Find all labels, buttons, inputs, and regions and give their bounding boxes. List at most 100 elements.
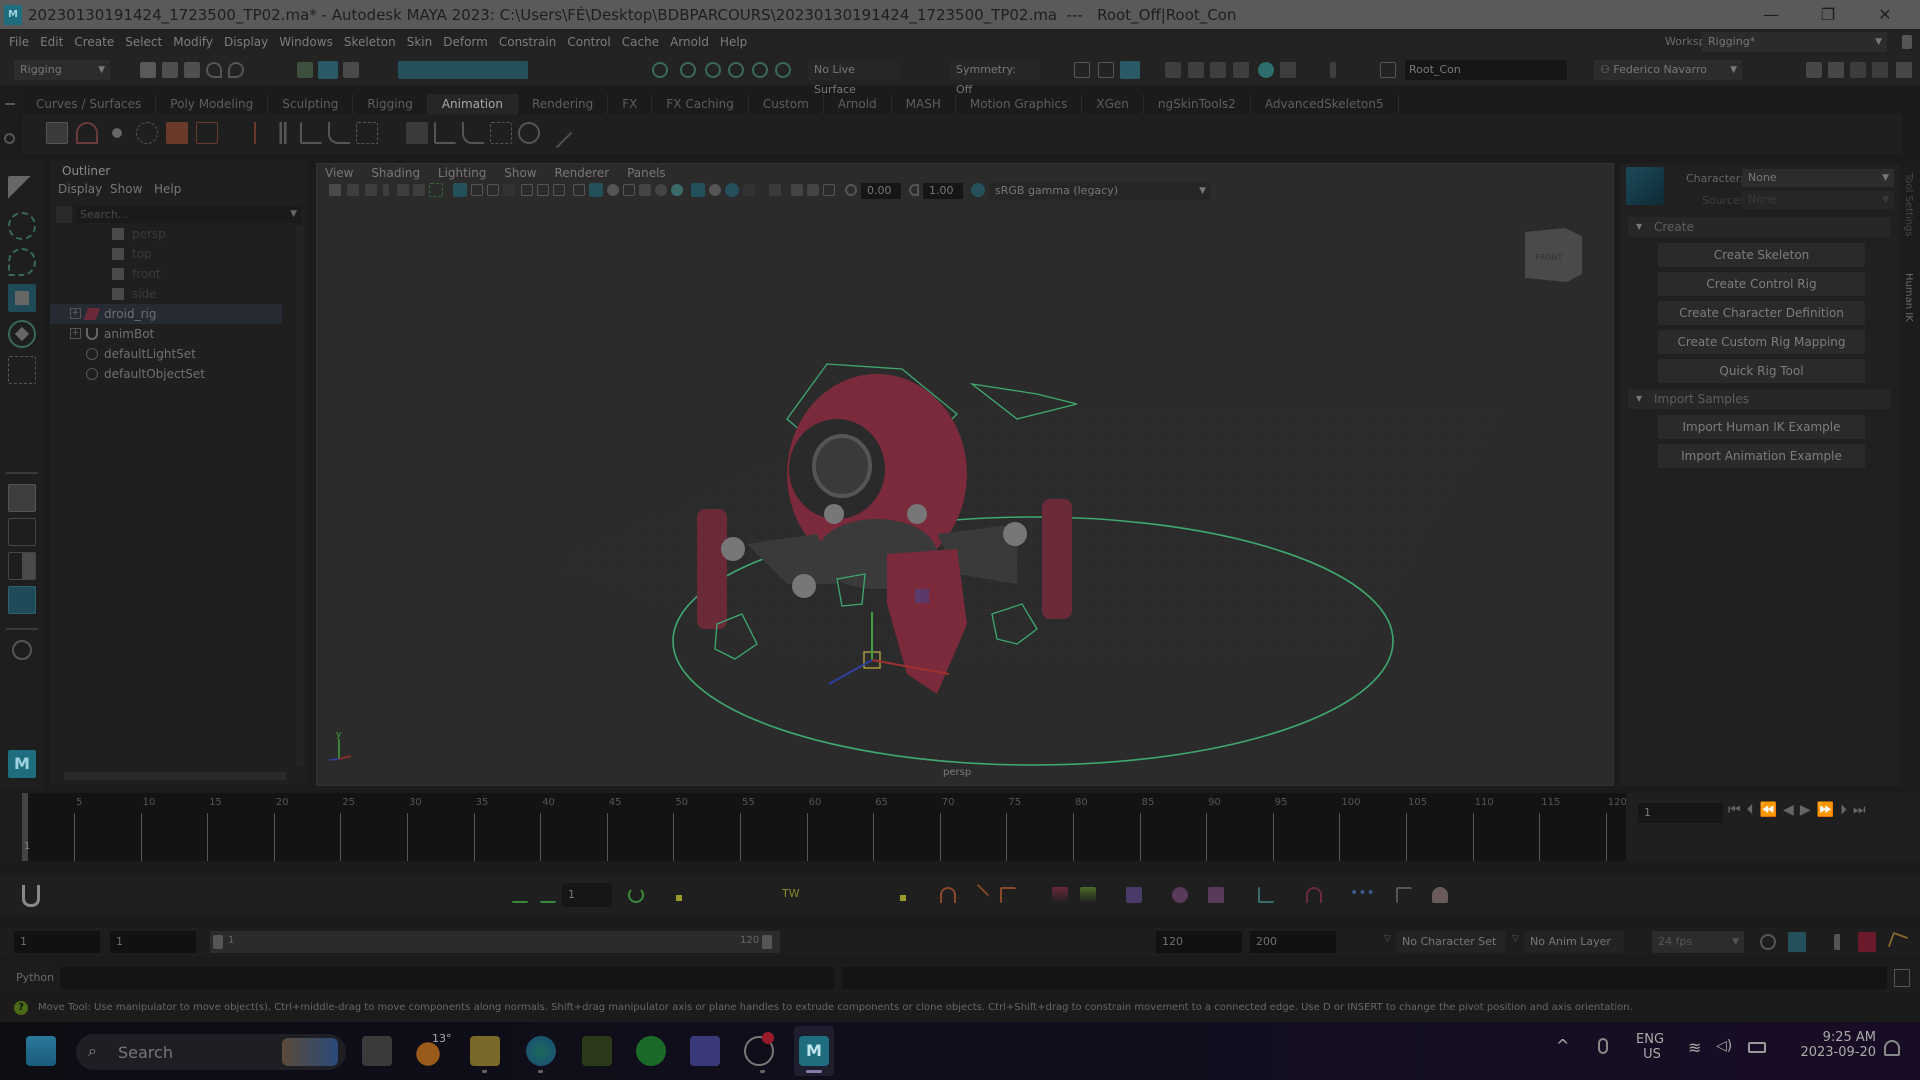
playblast-icon[interactable] <box>46 122 68 144</box>
shelf-tab-motion-graphics[interactable]: Motion Graphics <box>956 94 1083 114</box>
wifi-icon[interactable]: ≋ <box>1688 1038 1701 1057</box>
restore-button[interactable]: ❐ <box>1805 0 1851 29</box>
menu-deform[interactable]: Deform <box>443 35 488 49</box>
tween-end-icon[interactable] <box>900 895 906 901</box>
outliner-item-persp[interactable]: persp <box>78 224 348 244</box>
create-skeleton-button[interactable]: Create Skeleton <box>1658 243 1865 267</box>
notification-bell-icon[interactable] <box>1884 1040 1900 1056</box>
outliner-menu-help[interactable]: Help <box>154 182 181 196</box>
new-scene-icon[interactable] <box>140 62 156 78</box>
tool-settings-icon[interactable] <box>1872 62 1888 78</box>
camera-select-icon[interactable] <box>329 184 341 196</box>
human-ik-tab[interactable]: Human IK <box>1903 273 1914 322</box>
menuset-dropdown[interactable]: Rigging ▼ <box>14 60 110 80</box>
tween-start-icon[interactable] <box>676 895 682 901</box>
shelf-tab-mash[interactable]: MASH <box>892 94 956 114</box>
paint-select-tool-icon[interactable] <box>8 248 36 276</box>
scale-tool-icon[interactable] <box>8 356 36 384</box>
arnold-render-icon[interactable] <box>1258 62 1274 78</box>
character-dropdown[interactable]: None ▼ <box>1742 169 1894 187</box>
menu-constrain[interactable]: Constrain <box>499 35 557 49</box>
current-frame-field[interactable]: 1 <box>1638 803 1723 823</box>
shadows-icon[interactable] <box>671 184 683 196</box>
outliner-item-defaultobjectset[interactable]: defaultObjectSet <box>50 364 320 384</box>
heart-icon[interactable] <box>1432 887 1448 903</box>
trax-editor-icon[interactable] <box>136 122 158 144</box>
construction-history-icon[interactable] <box>1074 62 1090 78</box>
color-management-icon[interactable] <box>971 183 985 197</box>
gamma-field[interactable]: 1.00 <box>923 183 963 199</box>
viewcube[interactable]: FRONT <box>1525 228 1582 282</box>
xray-icon[interactable] <box>639 184 651 196</box>
animation-end-field[interactable]: 200 <box>1250 931 1336 953</box>
color-space-dropdown[interactable]: sRGB gamma (legacy) ▼ <box>989 182 1211 200</box>
menu-arnold[interactable]: Arnold <box>670 35 709 49</box>
spaceswitch-icon[interactable] <box>1258 887 1274 903</box>
weather-icon[interactable]: 13° <box>416 1032 452 1066</box>
shelf-tab-advancedskeleton[interactable]: AdvancedSkeleton5 <box>1251 94 1399 114</box>
go-to-start-button[interactable]: ⏮ <box>1728 802 1747 818</box>
shelf-tab-rigging[interactable]: Rigging <box>353 94 428 114</box>
redo-icon[interactable] <box>228 62 244 78</box>
shelf-menu-icon[interactable] <box>5 103 15 105</box>
save-scene-icon[interactable] <box>184 62 200 78</box>
tween-machine-label[interactable]: TW <box>782 887 800 900</box>
field-chart-icon[interactable] <box>521 184 533 196</box>
outliner-horizontal-scrollbar[interactable] <box>64 772 286 780</box>
menu-help[interactable]: Help <box>720 35 747 49</box>
viewport-menu-lighting[interactable]: Lighting <box>438 166 487 180</box>
more-tools-icon[interactable]: ••• <box>1350 885 1375 901</box>
menu-select[interactable]: Select <box>125 35 162 49</box>
volume-icon[interactable]: ◁) <box>1716 1038 1732 1054</box>
task-view-icon[interactable] <box>362 1036 392 1066</box>
xray-joints-icon[interactable] <box>791 184 803 196</box>
character-set-dropdown[interactable]: No Character Set <box>1396 931 1506 953</box>
bookmark-icon[interactable] <box>365 184 377 196</box>
select-hierarchy-icon[interactable] <box>297 62 313 78</box>
humanik-logo-icon[interactable] <box>1626 167 1664 205</box>
breakdown-key-icon[interactable] <box>272 122 294 144</box>
maya-home-icon[interactable]: M <box>8 750 36 778</box>
previous-key-icon[interactable] <box>512 887 528 903</box>
open-scene-icon[interactable] <box>162 62 178 78</box>
shelf-tab-fx[interactable]: FX <box>608 94 653 114</box>
depth-of-field-icon[interactable] <box>743 184 755 196</box>
battery-icon[interactable] <box>1748 1042 1766 1053</box>
anim-layer-dropdown[interactable]: No Anim Layer <box>1524 931 1624 953</box>
menu-create[interactable]: Create <box>74 35 114 49</box>
menu-skeleton[interactable]: Skeleton <box>344 35 396 49</box>
scene-canvas[interactable]: FRONT y persp <box>317 204 1613 784</box>
safe-title-icon[interactable] <box>553 184 565 196</box>
outliner-search-input[interactable]: Search... ▼ <box>76 206 301 223</box>
range-slider[interactable]: 1 120 <box>210 931 780 953</box>
animbot-logo-icon[interactable] <box>22 885 40 907</box>
language-indicator[interactable]: ENG US <box>1636 1032 1664 1062</box>
graph-editor-icon[interactable] <box>76 122 98 144</box>
key-translate-icon[interactable] <box>300 122 322 144</box>
render-frame-icon[interactable] <box>1165 62 1181 78</box>
image-plane-icon[interactable] <box>383 184 389 196</box>
obs-icon[interactable] <box>744 1032 774 1066</box>
animation-preferences-icon[interactable] <box>1887 931 1909 953</box>
set-key-icon[interactable] <box>196 122 218 144</box>
search-icon[interactable] <box>12 640 32 660</box>
key-scale-icon[interactable] <box>356 122 378 144</box>
viewport-menu-show[interactable]: Show <box>504 166 536 180</box>
pause-icon[interactable] <box>1330 62 1336 78</box>
create-control-rig-button[interactable]: Create Control Rig <box>1658 272 1865 296</box>
select-sets-icon[interactable] <box>1126 887 1142 903</box>
outliner-item-droid-rig[interactable]: + droid_rig <box>50 304 282 324</box>
ease-in-out-icon[interactable] <box>940 887 956 903</box>
shelf-tab-animation[interactable]: Animation <box>427 94 518 114</box>
expand-icon[interactable]: + <box>70 308 81 319</box>
film-gate-icon[interactable] <box>471 184 483 196</box>
start-menu-icon[interactable] <box>26 1036 56 1066</box>
outliner-item-front[interactable]: front <box>78 264 348 284</box>
outliner-item-side[interactable]: side <box>78 284 348 304</box>
shelf-tab-curves[interactable]: Curves / Surfaces <box>22 94 157 114</box>
smooth-shade-icon[interactable] <box>589 183 603 197</box>
tool-settings-tab[interactable]: Tool Settings <box>1903 173 1914 237</box>
taskbar-search-box[interactable]: ⌕ Search <box>76 1034 346 1070</box>
four-view-layout-icon[interactable] <box>8 518 36 546</box>
isolate-select-icon[interactable] <box>769 184 781 196</box>
